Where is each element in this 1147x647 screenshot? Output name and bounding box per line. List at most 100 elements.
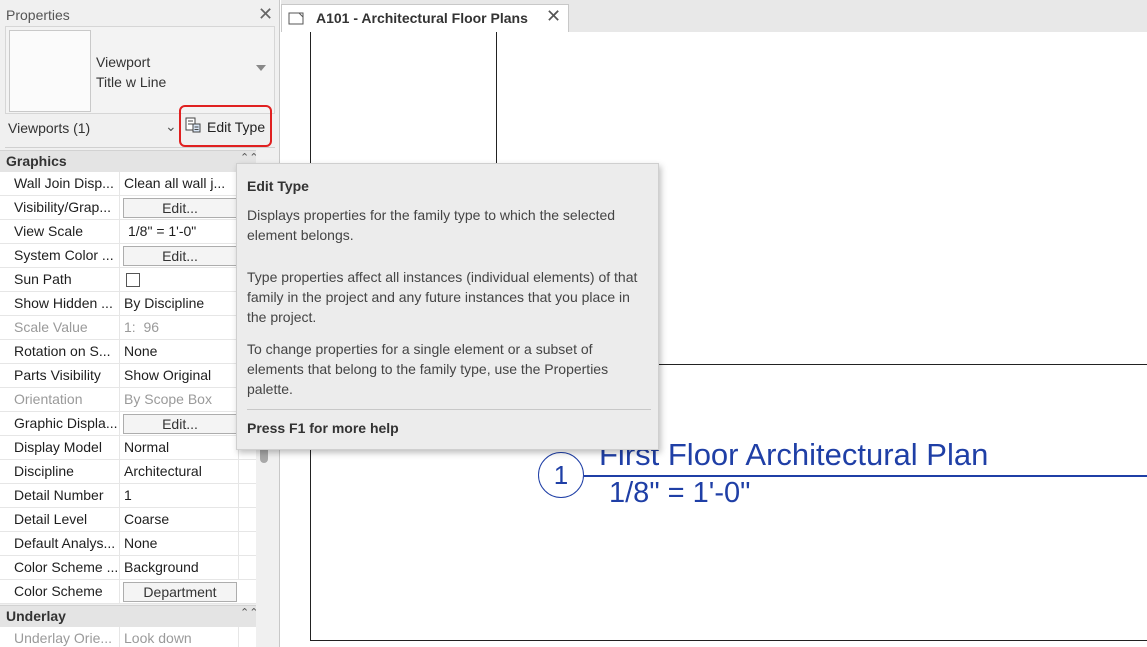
prop-value[interactable]: None (124, 535, 236, 551)
prop-key: Wall Join Disp... (14, 175, 114, 191)
column-divider (119, 508, 120, 532)
tooltip-heading: Edit Type (247, 178, 309, 194)
properties-title: Properties (6, 7, 70, 23)
prop-key: Show Hidden ... (14, 295, 113, 311)
prop-row-underlay-orientation: Underlay Orie... Look down (0, 627, 256, 647)
prop-row-detail-level[interactable]: Detail Level Coarse (0, 508, 256, 532)
prop-key: Visibility/Grap... (14, 199, 111, 215)
collapse-icon[interactable]: ⌃⌃ (240, 606, 256, 619)
chevron-down-icon[interactable]: ⌄ (165, 118, 177, 135)
prop-key: Underlay Orie... (14, 630, 113, 646)
column-divider (238, 532, 239, 556)
prop-row-parts-visibility[interactable]: Parts Visibility Show Original (0, 364, 256, 388)
tooltip-paragraph-1: Displays properties for the family type … (247, 207, 616, 243)
prop-value[interactable]: Background (124, 559, 236, 575)
prop-value[interactable]: None (124, 343, 236, 359)
prop-row-orientation: Orientation By Scope Box (0, 388, 256, 412)
graphic-display-edit-button[interactable]: Edit... (123, 414, 237, 434)
prop-key: Default Analys... (14, 535, 116, 551)
prop-row-detail-number[interactable]: Detail Number 1 (0, 484, 256, 508)
prop-value[interactable]: Clean all wall j... (124, 175, 236, 191)
dropdown-arrow-icon[interactable] (256, 65, 266, 71)
prop-value[interactable]: Show Original (124, 367, 236, 383)
sheet-icon (288, 12, 304, 25)
type-family-name: Viewport (96, 54, 151, 70)
edit-type-icon (185, 117, 201, 133)
prop-key: Detail Level (14, 511, 88, 527)
column-divider (119, 172, 120, 196)
prop-row-visibility-graphics: Visibility/Grap... Edit... (0, 196, 256, 220)
column-divider (119, 340, 120, 364)
column-divider (238, 508, 239, 532)
column-divider (238, 484, 239, 508)
prop-row-rotation[interactable]: Rotation on S... None (0, 340, 256, 364)
column-divider (119, 580, 120, 604)
edit-type-label: Edit Type (207, 119, 266, 135)
instance-filter-dropdown[interactable]: Viewports (1) (8, 120, 90, 136)
column-divider (119, 460, 120, 484)
column-divider (119, 268, 120, 292)
close-icon[interactable]: ✕ (258, 4, 273, 24)
column-divider (119, 244, 120, 268)
tooltip-paragraph-3: To change properties for a single elemen… (247, 341, 609, 397)
prop-row-wall-join-display[interactable]: Wall Join Disp... Clean all wall j... (0, 172, 256, 196)
tooltip-paragraph-2: Type properties affect all instances (in… (247, 269, 638, 325)
column-divider (119, 316, 120, 340)
prop-value[interactable]: 1/8" = 1'-0" (128, 223, 240, 239)
system-color-edit-button[interactable]: Edit... (123, 246, 237, 266)
column-divider (119, 556, 120, 580)
column-divider (119, 627, 120, 647)
sun-path-checkbox[interactable] (126, 273, 140, 287)
divider (5, 147, 275, 148)
prop-value[interactable]: 1 (124, 487, 236, 503)
prop-key: Sun Path (14, 271, 72, 287)
prop-row-discipline[interactable]: Discipline Architectural (0, 460, 256, 484)
prop-key: Discipline (14, 463, 74, 479)
prop-row-show-hidden[interactable]: Show Hidden ... By Discipline (0, 292, 256, 316)
tab-a101-floor-plans[interactable]: A101 - Architectural Floor Plans ✕ (281, 4, 569, 32)
prop-value[interactable]: Coarse (124, 511, 236, 527)
group-label: Graphics (6, 153, 67, 169)
tab-title: A101 - Architectural Floor Plans (316, 10, 528, 26)
group-underlay[interactable]: Underlay ⌃⌃ (0, 605, 256, 627)
prop-row-system-color: System Color ... Edit... (0, 244, 256, 268)
column-divider (119, 196, 120, 220)
close-icon[interactable]: ✕ (546, 6, 561, 27)
type-preview-image (9, 30, 91, 112)
prop-key: View Scale (14, 223, 84, 239)
color-scheme-button[interactable]: Department (123, 582, 237, 602)
prop-row-default-analysis[interactable]: Default Analys... None (0, 532, 256, 556)
group-graphics[interactable]: Graphics ⌃⌃ (0, 150, 256, 172)
column-divider (119, 292, 120, 316)
prop-value[interactable]: By Discipline (124, 295, 236, 311)
edit-type-button[interactable]: Edit Type (179, 105, 272, 147)
prop-value: Look down (124, 630, 192, 646)
column-divider (119, 220, 120, 244)
prop-value: 1: 96 (124, 319, 160, 335)
tooltip-divider (247, 409, 651, 410)
viewport-number: 1 (538, 452, 584, 498)
prop-row-sun-path: Sun Path (0, 268, 256, 292)
prop-key: Color Scheme (14, 583, 103, 599)
type-selector[interactable]: Viewport Title w Line (5, 26, 275, 114)
column-divider (119, 364, 120, 388)
prop-row-color-scheme: Color Scheme Department (0, 580, 256, 604)
prop-key: Detail Number (14, 487, 104, 503)
prop-row-view-scale[interactable]: View Scale 1/8" = 1'-0" (0, 220, 256, 244)
prop-row-display-model[interactable]: Display Model Normal (0, 436, 256, 460)
column-divider (119, 436, 120, 460)
prop-key: Parts Visibility (14, 367, 101, 383)
prop-key: Orientation (14, 391, 83, 407)
type-selector-name: Viewport Title w Line (96, 52, 166, 92)
properties-title-bar: Properties ✕ (0, 4, 280, 26)
prop-value[interactable]: Normal (124, 439, 236, 455)
prop-key: Color Scheme ... (14, 559, 119, 575)
column-divider (119, 388, 120, 412)
prop-key: Scale Value (14, 319, 88, 335)
prop-value[interactable]: Architectural (124, 463, 236, 479)
viewport-scale: 1/8" = 1'-0" (609, 477, 751, 509)
visibility-edit-button[interactable]: Edit... (123, 198, 237, 218)
prop-row-color-scheme-location[interactable]: Color Scheme ... Background (0, 556, 256, 580)
column-divider (119, 412, 120, 436)
group-label: Underlay (6, 608, 66, 624)
